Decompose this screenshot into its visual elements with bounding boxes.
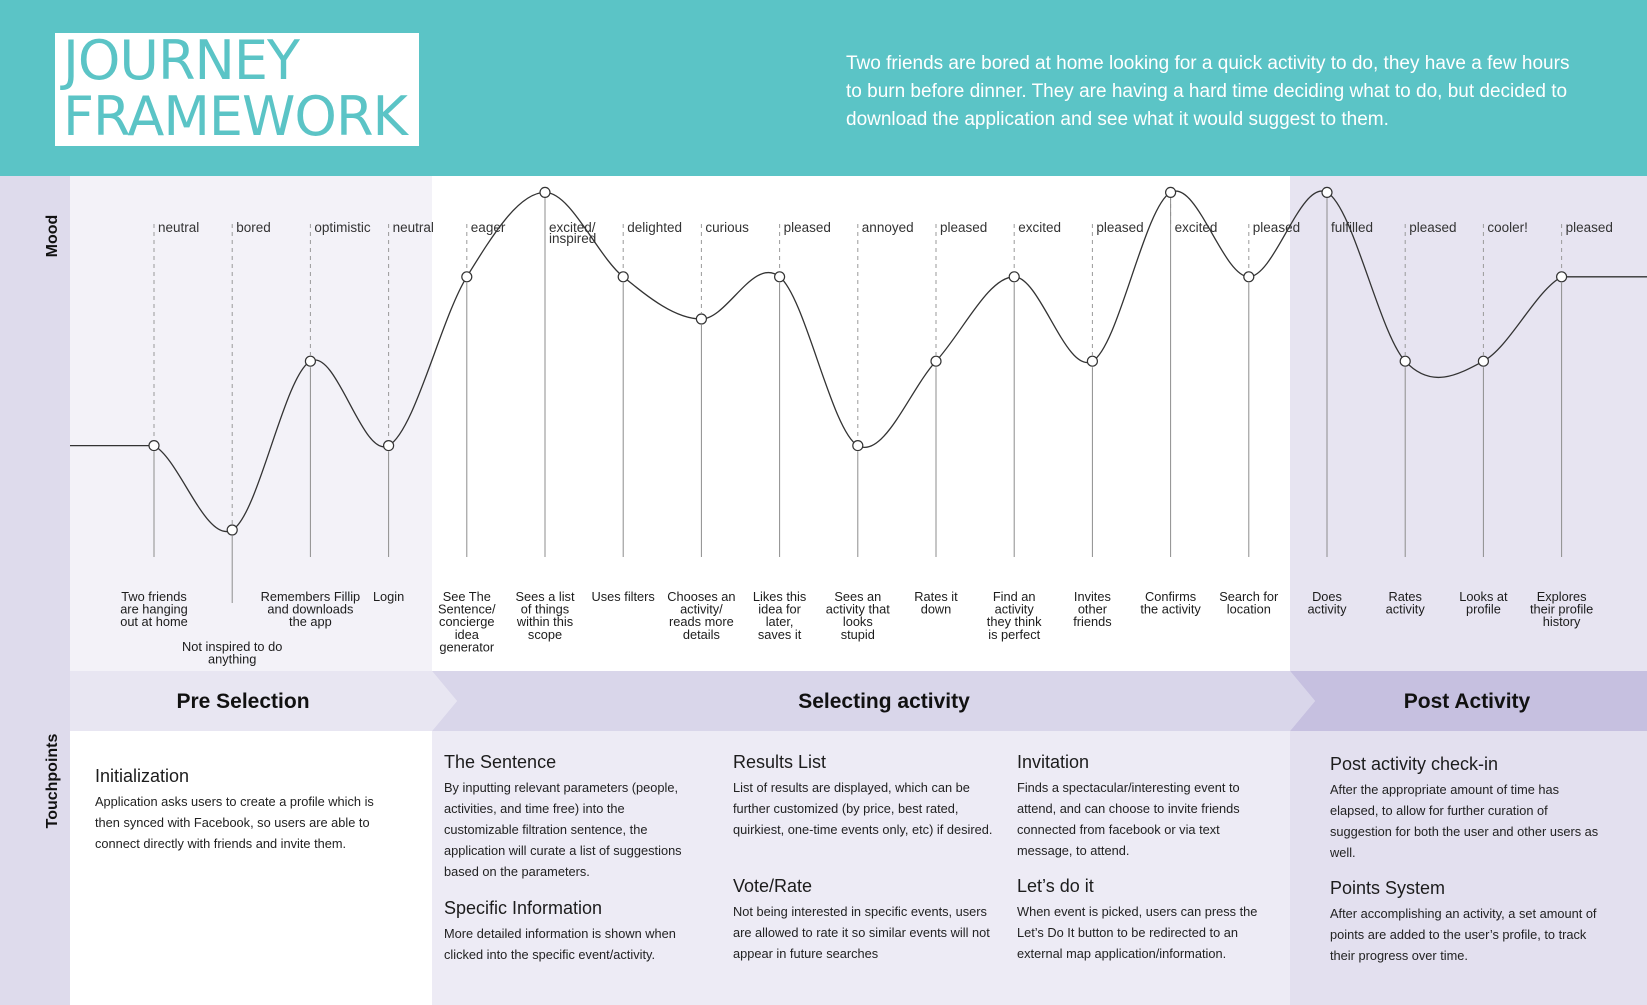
mood-point-marker (1321, 186, 1333, 198)
mood-point-marker (1086, 355, 1099, 367)
mood-point-marker (383, 440, 395, 452)
event-label: See The Sentence/concierge idea generator (438, 589, 496, 654)
mood-point-marker (1399, 355, 1411, 367)
mood-label: bored (236, 220, 271, 235)
event-label: Likes this idea for later, saves it (753, 589, 806, 642)
mood-label: pleased (1253, 220, 1300, 235)
touchpoint-points-system: Points System After accomplishing an act… (1330, 877, 1600, 966)
touchpoint-sentence: The Sentence By inputting relevant param… (444, 751, 694, 882)
mood-label: cooler! (1487, 220, 1528, 235)
touchpoint-text: Finds a spectacular/interesting event to… (1017, 780, 1240, 858)
mood-label: excited/inspired (549, 220, 596, 246)
mood-point-marker (1243, 271, 1255, 283)
mood-point-marker (695, 313, 708, 325)
event-label: Find an activity they think is perfect (987, 589, 1042, 642)
event-label: Rates activity (1386, 589, 1426, 617)
title-line-2: FRAMEWORK (63, 85, 408, 148)
touchpoint-title: Vote/Rate (733, 876, 813, 896)
phase-label-pre-selection: Pre Selection (176, 690, 309, 713)
touchpoint-title: The Sentence (444, 752, 557, 772)
scenario-description: Two friends are bored at home looking fo… (846, 53, 1570, 130)
touchpoint-initialization: Initialization Application asks users to… (95, 765, 395, 854)
touchpoint-invitation: Invitation Finds a spectacular/interesti… (1017, 751, 1262, 861)
mood-label: excited (1018, 220, 1061, 235)
title-line-1: JOURNEY (63, 29, 300, 92)
touchpoint-text: When event is picked, users can press th… (1017, 904, 1258, 961)
touchpoint-text: More detailed information is shown when … (444, 926, 676, 962)
touchpoint-title: Invitation (1017, 752, 1090, 772)
touchpoint-text: Application asks users to create a profi… (95, 794, 374, 851)
event-label: Search for location (1219, 589, 1279, 617)
event-label: Two friends are hanging out at home (120, 589, 188, 629)
touchpoint-results-list: Results List List of results are display… (733, 751, 1003, 840)
event-label: Confirms the activity (1140, 589, 1201, 617)
mood-label: pleased (940, 220, 987, 235)
mood-point-marker (1008, 271, 1020, 283)
mood-label: optimistic (314, 220, 371, 235)
touchpoint-text: Not being interested in specific events,… (733, 904, 990, 961)
mood-label: delighted (627, 220, 682, 235)
mood-point-marker (226, 524, 238, 536)
mood-point-marker (1164, 186, 1177, 198)
touchpoint-text: By inputting relevant parameters (people… (444, 780, 682, 879)
touchpoint-post-activity-check-in: Post activity check-in After the appropr… (1330, 753, 1600, 863)
mood-point-marker (461, 271, 473, 283)
touchpoint-title: Initialization (95, 766, 190, 786)
phase-label-selecting-activity: Selecting activity (798, 690, 970, 713)
mood-point-marker (148, 440, 160, 452)
mood-point-marker (852, 440, 864, 452)
mood-label: excited (1175, 220, 1218, 235)
mood-label: fulfilled (1331, 220, 1373, 235)
event-label: Uses filters (592, 589, 655, 604)
mood-axis-label: Mood (44, 215, 61, 258)
side-label-band (0, 176, 70, 1005)
event-label: Looks at profile (1459, 589, 1508, 617)
mood-label: pleased (1566, 220, 1613, 235)
phase-label-post-activity: Post Activity (1404, 690, 1531, 713)
mood-point-marker (773, 271, 786, 283)
mood-point-marker (617, 271, 629, 283)
touchpoint-lets-do-it: Let’s do it When event is picked, users … (1017, 875, 1267, 964)
touchpoint-title: Points System (1330, 878, 1446, 898)
mood-point-marker (304, 355, 316, 367)
mood-point-marker (539, 186, 551, 198)
touchpoint-title: Let’s do it (1017, 876, 1094, 896)
mood-point-marker (1555, 271, 1568, 283)
mood-label: pleased (1409, 220, 1456, 235)
event-label: Invites other friends (1073, 589, 1111, 629)
mood-label: eager (471, 220, 506, 235)
touchpoint-text: After accomplishing an activity, a set a… (1330, 906, 1597, 963)
event-label: Login (373, 589, 404, 604)
mood-label: curious (705, 220, 749, 235)
mood-label: pleased (784, 220, 831, 235)
touchpoint-title: Post activity check-in (1330, 754, 1499, 774)
mood-point-marker (1477, 355, 1490, 367)
event-label: Does activity (1307, 589, 1347, 617)
mood-label: neutral (393, 220, 434, 235)
mood-label: annoyed (862, 220, 914, 235)
touchpoint-specific-information: Specific Information More detailed infor… (444, 897, 694, 965)
touchpoint-vote-rate: Vote/Rate Not being interested in specif… (733, 875, 998, 964)
mood-label: pleased (1096, 220, 1143, 235)
touchpoint-text: List of results are displayed, which can… (733, 780, 993, 837)
mood-label: neutral (158, 220, 199, 235)
header-banner: JOURNEY FRAMEWORK Two friends are bored … (0, 0, 1647, 176)
touchpoint-text: After the appropriate amount of time has… (1330, 782, 1599, 860)
title-box: JOURNEY FRAMEWORK (55, 33, 419, 146)
mood-point-marker (930, 355, 942, 367)
touchpoint-title: Specific Information (444, 898, 603, 918)
touchpoint-title: Results List (733, 752, 827, 772)
touchpoints-axis-label: Touchpoints (44, 734, 61, 829)
